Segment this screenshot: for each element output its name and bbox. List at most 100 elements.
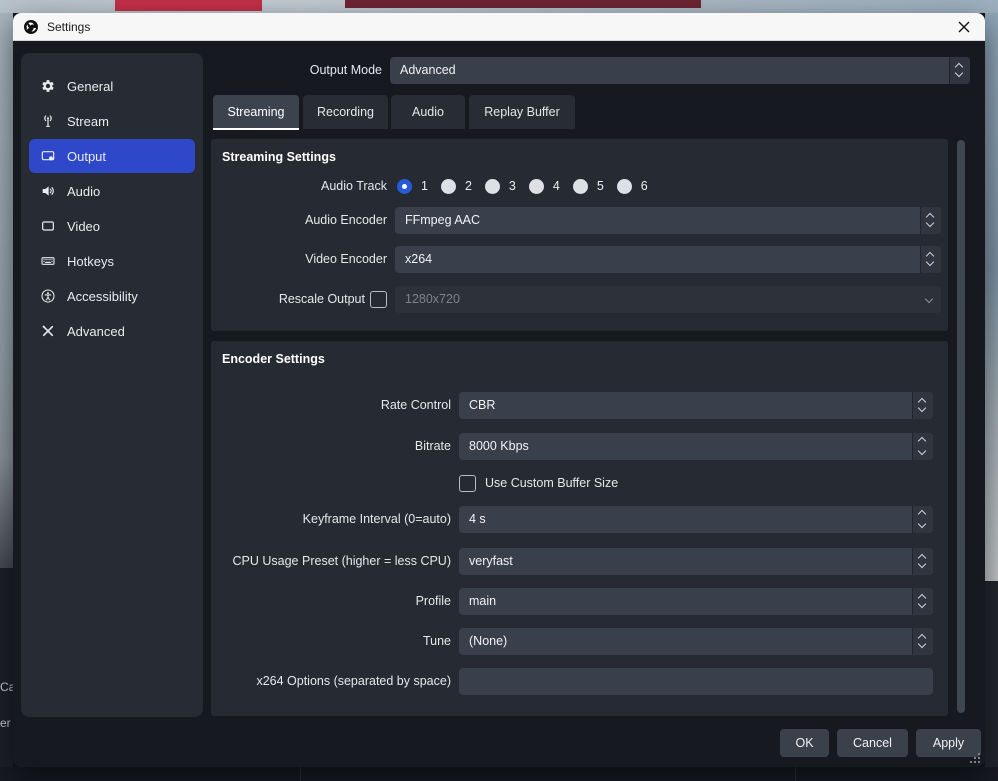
rescale-output-label: Rescale Output <box>211 286 365 313</box>
cpu-preset-select[interactable]: veryfast <box>459 548 933 575</box>
cancel-button[interactable]: Cancel <box>837 729 908 757</box>
audio-encoder-select[interactable]: FFmpeg AAC <box>395 207 941 234</box>
ok-button[interactable]: OK <box>780 729 829 757</box>
settings-body: General Stream Output <box>13 41 985 767</box>
scrollbar-thumb[interactable] <box>957 140 965 713</box>
tune-value: (None) <box>469 628 905 655</box>
keyframe-interval-label: Keyframe Interval (0=auto) <box>211 506 451 533</box>
sidebar-item-audio[interactable]: Audio <box>29 174 195 208</box>
output-display-icon <box>39 147 57 165</box>
tab-recording[interactable]: Recording <box>303 95 388 129</box>
radio-track-6[interactable] <box>617 179 632 194</box>
use-custom-buffer-checkbox[interactable] <box>459 475 476 492</box>
cpu-preset-label: CPU Usage Preset (higher = less CPU) <box>211 548 451 575</box>
sidebar-item-label: Stream <box>67 114 109 129</box>
divider <box>795 767 796 781</box>
sidebar-item-label: Audio <box>67 184 100 199</box>
output-mode-select[interactable]: Advanced <box>390 57 970 84</box>
speaker-icon <box>39 182 57 200</box>
background-text-fragment: er <box>0 716 11 730</box>
sidebar-item-stream[interactable]: Stream <box>29 104 195 138</box>
profile-select[interactable]: main <box>459 588 933 615</box>
chevron-updown-icon[interactable] <box>912 588 933 615</box>
video-encoder-value: x264 <box>405 246 913 273</box>
desktop-background-right <box>985 13 998 581</box>
chevron-updown-icon[interactable] <box>912 392 933 419</box>
gear-icon <box>39 77 57 95</box>
sidebar-item-label: Advanced <box>67 324 125 339</box>
output-mode-value: Advanced <box>400 57 942 84</box>
radio-label: 6 <box>641 179 648 193</box>
bitrate-label: Bitrate <box>211 433 451 460</box>
rescale-resolution-value: 1280x720 <box>405 286 913 313</box>
tune-label: Tune <box>211 628 451 655</box>
x264-options-label: x264 Options (separated by space) <box>211 668 451 695</box>
rate-control-label: Rate Control <box>211 392 451 419</box>
settings-sidebar: General Stream Output <box>21 53 203 717</box>
obs-logo-icon <box>23 19 39 35</box>
audio-encoder-value: FFmpeg AAC <box>405 207 913 234</box>
rescale-resolution-select: 1280x720 <box>395 286 941 313</box>
settings-window: Settings General Stream <box>13 13 985 767</box>
background-window-red-bar <box>115 0 262 11</box>
sidebar-item-label: Output <box>67 149 106 164</box>
chevron-down-icon <box>920 286 941 313</box>
bitrate-spinbox[interactable]: 8000 Kbps <box>459 433 933 460</box>
window-title: Settings <box>47 20 90 34</box>
rate-control-select[interactable]: CBR <box>459 392 933 419</box>
divider <box>300 767 301 781</box>
radio-label: 5 <box>597 179 604 193</box>
chevron-updown-icon[interactable] <box>912 548 933 575</box>
sidebar-item-output[interactable]: Output <box>29 139 195 173</box>
keyframe-interval-spinbox[interactable]: 4 s <box>459 506 933 533</box>
resize-grip[interactable] <box>969 753 981 765</box>
tab-replay-buffer[interactable]: Replay Buffer <box>469 95 575 129</box>
sidebar-item-hotkeys[interactable]: Hotkeys <box>29 244 195 278</box>
keyframe-interval-value: 4 s <box>469 506 905 533</box>
audio-encoder-label: Audio Encoder <box>211 207 387 234</box>
sidebar-item-label: Accessibility <box>67 289 138 304</box>
video-encoder-select[interactable]: x264 <box>395 246 941 273</box>
profile-label: Profile <box>211 588 451 615</box>
background-window-maroon-bar <box>345 0 701 8</box>
sidebar-item-general[interactable]: General <box>29 69 195 103</box>
sidebar-item-advanced[interactable]: Advanced <box>29 314 195 348</box>
tune-select[interactable]: (None) <box>459 628 933 655</box>
profile-value: main <box>469 588 905 615</box>
close-icon[interactable] <box>953 16 975 38</box>
use-custom-buffer-label: Use Custom Buffer Size <box>485 475 618 492</box>
tab-streaming[interactable]: Streaming <box>213 95 299 129</box>
spinner-arrows-icon[interactable] <box>912 506 933 533</box>
radio-label: 2 <box>465 179 472 193</box>
x264-options-input[interactable] <box>459 668 933 695</box>
spinner-arrows-icon[interactable] <box>912 433 933 460</box>
sidebar-item-video[interactable]: Video <box>29 209 195 243</box>
chevron-updown-icon[interactable] <box>920 207 941 234</box>
radio-track-1[interactable] <box>397 179 412 194</box>
cpu-preset-value: veryfast <box>469 548 905 575</box>
antenna-icon <box>39 112 57 130</box>
chevron-updown-icon[interactable] <box>920 246 941 273</box>
radio-track-2[interactable] <box>441 179 456 194</box>
background-window-left: Ca er <box>0 568 13 781</box>
audio-track-radios: 1 2 3 4 5 6 <box>397 173 652 199</box>
sidebar-item-accessibility[interactable]: Accessibility <box>29 279 195 313</box>
sidebar-item-label: Video <box>67 219 100 234</box>
rate-control-value: CBR <box>469 392 905 419</box>
chevron-updown-icon[interactable] <box>912 628 933 655</box>
tab-audio[interactable]: Audio <box>391 95 465 129</box>
encoder-settings-group: Encoder Settings Rate Control CBR Bitrat… <box>211 341 948 716</box>
radio-track-4[interactable] <box>529 179 544 194</box>
audio-track-label: Audio Track <box>211 173 387 199</box>
keyboard-icon <box>39 252 57 270</box>
background-window-right <box>985 581 998 781</box>
title-bar: Settings <box>13 13 985 41</box>
chevron-updown-icon[interactable] <box>949 57 970 84</box>
radio-track-3[interactable] <box>485 179 500 194</box>
monitor-icon <box>39 217 57 235</box>
video-encoder-label: Video Encoder <box>211 246 387 273</box>
group-title: Streaming Settings <box>222 150 336 164</box>
radio-label: 4 <box>553 179 560 193</box>
rescale-output-checkbox[interactable] <box>370 291 387 308</box>
radio-track-5[interactable] <box>573 179 588 194</box>
